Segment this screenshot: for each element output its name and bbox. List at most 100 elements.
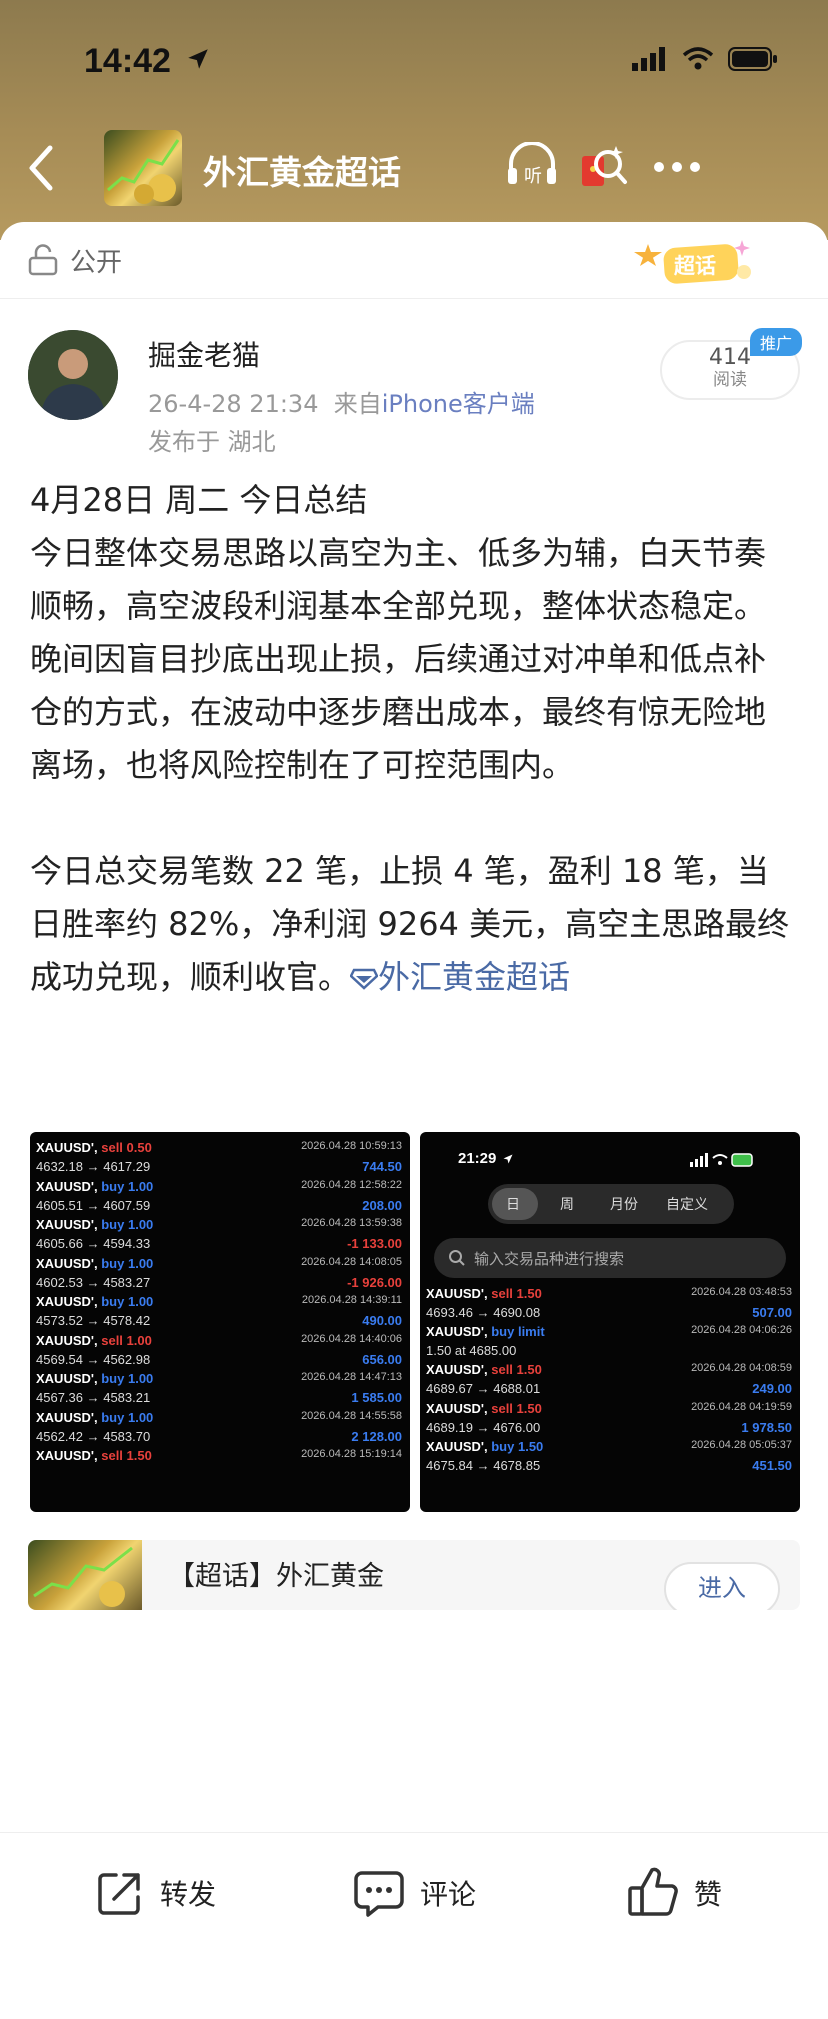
post-body: 4月28日 周二 今日总结 今日整体交易思路以高空为主、低多为辅，白天节奏顺畅，… [30, 474, 790, 1004]
trade-side: buy limit [491, 1324, 545, 1340]
source-prefix: 来自 [333, 390, 382, 418]
trade-side: sell [101, 1448, 123, 1463]
thumbs-up-icon [628, 1867, 678, 1916]
trade-date: 2026.04.28 14:40:06 [301, 1332, 402, 1345]
segment-custom[interactable]: 自定义 [666, 1194, 708, 1214]
trade-date: 2026.04.28 10:59:13 [301, 1140, 402, 1152]
battery-icon [728, 47, 777, 71]
trade-symbol: XAUUSD', buy 1.00 [36, 1217, 154, 1232]
repost-icon [98, 1873, 140, 1915]
phone-time: 21:29 [458, 1150, 497, 1167]
trade-prices: 4605.66 → 4594.33 [36, 1236, 151, 1251]
trade-symbol: XAUUSD', buy limit [426, 1324, 545, 1340]
segment-day[interactable]: 日 [506, 1194, 520, 1214]
topic-link[interactable]: 外汇黄金超话 [349, 958, 571, 996]
trade-lots: 1.00 [126, 1332, 152, 1348]
trade-date: 2026.04.28 04:08:59 [691, 1362, 792, 1375]
visibility-bar: 公开 超话 [0, 222, 828, 299]
trade-symbol: XAUUSD', buy 1.50 [426, 1438, 544, 1454]
trade-date: 2026.04.28 03:48:53 [691, 1286, 792, 1298]
author-avatar[interactable] [28, 330, 118, 420]
trade-prices: 4562.42 → 4583.70 [36, 1428, 151, 1444]
super-topic-card[interactable]: 【超话】外汇黄金 进入 [28, 1540, 800, 1610]
trade-side: buy [101, 1217, 125, 1232]
trade-row: XAUUSD', buy 1.00 2026.04.28 14:47:13 4567… [36, 1367, 406, 1411]
enter-button[interactable]: 进入 [664, 1562, 780, 1610]
trade-symbol: XAUUSD', sell 1.50 [36, 1448, 152, 1463]
wifi-icon [682, 47, 714, 70]
trade-date: 2026.04.28 12:58:22 [301, 1178, 402, 1191]
post-heading: 4月28日 周二 今日总结 [30, 481, 368, 519]
trade-symbol: XAUUSD', sell 0.50 [36, 1140, 152, 1155]
trade-date: 2026.04.28 13:59:38 [301, 1217, 402, 1229]
trade-side: buy [101, 1178, 125, 1194]
back-icon[interactable] [22, 142, 62, 194]
trade-profit: -1 926.00 [347, 1274, 402, 1290]
trade-side: buy [101, 1294, 125, 1309]
repost-label: 转发 [160, 1878, 217, 1911]
phone-status-icons [690, 1153, 753, 1167]
red-packet-search-icon[interactable] [580, 142, 628, 192]
read-count-label: 阅读 [713, 370, 747, 390]
trade-date: 2026.04.28 04:06:26 [691, 1324, 792, 1337]
trade-profit: 507.00 [752, 1305, 792, 1320]
trade-prices: 4569.54 → 4562.98 [36, 1351, 151, 1367]
trade-profit: 490.00 [362, 1313, 402, 1328]
trade-symbol-text: XAUUSD' [36, 1371, 94, 1386]
group-title: 外汇黄金超话 [203, 153, 401, 192]
trade-lots: 1.00 [127, 1255, 154, 1271]
location-arrow-icon [188, 49, 208, 69]
unlock-icon [28, 244, 58, 276]
trade-symbol-text: XAUUSD' [36, 1332, 94, 1348]
like-button[interactable]: 赞 [626, 1863, 722, 1923]
author-name[interactable]: 掘金老猫 [148, 334, 260, 374]
person-photo [28, 330, 118, 420]
trade-profit: 2 128.00 [351, 1428, 402, 1444]
segment-month[interactable]: 月份 [610, 1194, 638, 1214]
trade-profit: 1 585.00 [351, 1390, 402, 1405]
gold-chart-image [33, 1546, 133, 1607]
group-avatar[interactable] [104, 130, 182, 206]
symbol-search-input[interactable]: 输入交易品种进行搜索 [434, 1238, 786, 1278]
post-paragraph-2: 今日总交易笔数 22 笔，止损 4 笔，盈利 18 笔，当日胜率约 82%，净利… [30, 845, 790, 1004]
comment-label: 评论 [420, 1878, 477, 1911]
trade-symbol-text: XAUUSD' [36, 1178, 94, 1194]
bottom-action-bar: 转发 评论 赞 [0, 1832, 828, 2019]
super-topic-badge-label: 超话 [674, 254, 716, 278]
comment-icon [354, 1871, 404, 1917]
trade-prices: 4567.36 → 4583.21 [36, 1390, 151, 1405]
trade-date: 2026.04.28 14:39:11 [301, 1294, 402, 1306]
trade-symbol: XAUUSD', sell 1.00 [36, 1332, 152, 1348]
promote-badge[interactable]: 推广 [750, 328, 803, 356]
comment-button[interactable]: 评论 [352, 1863, 476, 1923]
trade-symbol-text: XAUUSD' [426, 1286, 484, 1301]
trade-row: XAUUSD', buy 1.00 2026.04.28 14:39:11 4573… [36, 1290, 406, 1334]
trade-side: buy [491, 1438, 515, 1454]
phone-location-icon [503, 1154, 513, 1164]
trade-row: XAUUSD', buy 1.00 2026.04.28 12:58:22 4605… [36, 1175, 406, 1219]
trade-lots: 1.00 [127, 1294, 154, 1309]
trade-history-image-2[interactable]: 21:29 日 周 月份 自定义 输入交易品种进行搜索 XAUUSD', sel… [420, 1132, 800, 1512]
more-options-icon[interactable] [652, 160, 702, 174]
trade-symbol-text: XAUUSD' [36, 1140, 94, 1155]
trade-symbol: XAUUSD', buy 1.00 [36, 1409, 154, 1425]
trade-symbol-text: XAUUSD' [426, 1400, 484, 1416]
segment-week[interactable]: 周 [560, 1194, 574, 1214]
trade-row: XAUUSD', buy 1.00 2026.04.28 14:55:58 4562… [36, 1406, 406, 1450]
trade-prices: 4689.67 → 4688.01 [426, 1381, 541, 1397]
headphones-listen-icon[interactable]: 听 [505, 142, 559, 188]
trade-lots: 1.50 [516, 1286, 542, 1301]
trade-prices: 4602.53 → 4583.27 [36, 1274, 151, 1290]
repost-button[interactable]: 转发 [94, 1863, 216, 1923]
trade-row: XAUUSD', buy 1.00 2026.04.28 14:08:05 4602… [36, 1252, 406, 1296]
post-datetime: 26-4-28 21:34 [148, 390, 319, 418]
trade-symbol-text: XAUUSD' [426, 1324, 484, 1340]
status-icons [632, 46, 778, 72]
trade-row: XAUUSD', buy 1.00 2026.04.28 13:59:38 4605… [36, 1213, 406, 1257]
trade-prices: 4632.18 → 4617.29 [36, 1159, 151, 1174]
post-source[interactable]: iPhone客户端 [382, 390, 535, 418]
search-placeholder: 输入交易品种进行搜索 [474, 1251, 625, 1268]
trade-history-image-1[interactable]: XAUUSD', sell 0.50 2026.04.28 10:59:13 463… [30, 1132, 410, 1512]
topic-link-text: 外汇黄金超话 [378, 958, 571, 996]
